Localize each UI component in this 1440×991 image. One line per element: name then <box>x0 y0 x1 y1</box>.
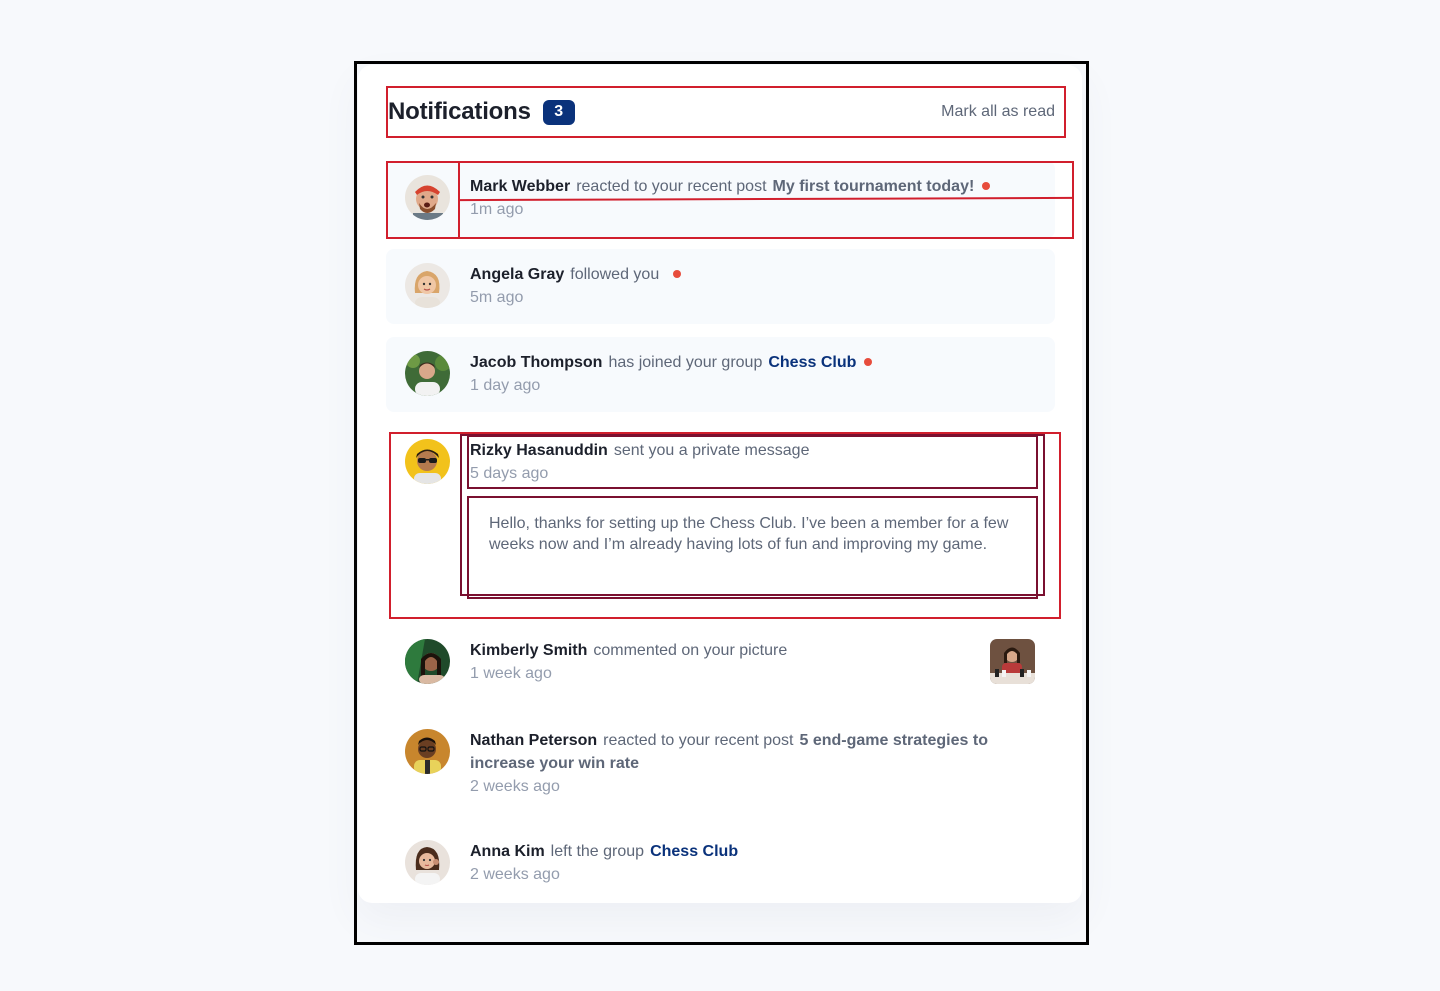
notification-time: 5m ago <box>470 289 524 306</box>
avatar-kimberly-smith[interactable] <box>405 639 450 684</box>
notification-time: 2 weeks ago <box>470 778 560 795</box>
user-name[interactable]: Kimberly Smith <box>470 642 587 659</box>
notification-action: reacted to your recent post <box>603 732 794 749</box>
notification-item[interactable]: Jacob Thompson has joined your group Chess… <box>386 337 1055 412</box>
avatar-rizky-hasanuddin[interactable] <box>405 439 450 484</box>
notification-item[interactable]: Kimberly Smith commented on your picture … <box>386 625 1055 700</box>
notification-text: Rizky Hasanuddin sent you a private messa… <box>470 439 1035 462</box>
notification-time: 1 day ago <box>470 377 541 394</box>
unread-dot-icon <box>673 270 682 278</box>
notification-action: left the group <box>550 843 645 860</box>
notification-item[interactable]: Angela Gray followed you 5m ago <box>386 249 1055 324</box>
avatar-jacob-thompson[interactable] <box>405 351 450 396</box>
notification-time: 1m ago <box>470 201 524 218</box>
avatar-angela-gray[interactable] <box>405 263 450 308</box>
mark-all-as-read-button[interactable]: Mark all as read <box>941 103 1055 121</box>
notification-action: reacted to your recent post <box>576 178 767 195</box>
user-name[interactable]: Jacob Thompson <box>470 354 602 371</box>
notification-item[interactable]: Mark Webber reacted to your recent post My… <box>386 161 1055 238</box>
notification-text: Jacob Thompson has joined your group Chess… <box>470 351 1035 374</box>
page-title: Notifications <box>388 98 531 125</box>
notifications-header: Notifications 3 Mark all as read <box>388 90 1055 134</box>
avatar-anna-kim[interactable] <box>405 840 450 885</box>
notification-action: has joined your group <box>608 354 763 371</box>
notification-item[interactable]: Anna Kim left the group Chess Club 2 weeks… <box>386 826 1055 901</box>
user-name[interactable]: Anna Kim <box>470 843 545 860</box>
user-name[interactable]: Angela Gray <box>470 266 564 283</box>
group-link[interactable]: Chess Club <box>768 354 856 371</box>
chess-picture-thumbnail[interactable] <box>990 639 1035 684</box>
notification-action: followed you <box>570 266 660 283</box>
notification-text: Angela Gray followed you <box>470 263 1035 286</box>
unread-dot-icon <box>864 358 873 366</box>
title-group: Notifications 3 <box>388 98 575 126</box>
avatar-nathan-peterson[interactable] <box>405 729 450 774</box>
notification-time: 5 days ago <box>470 465 549 482</box>
unread-count-badge: 3 <box>542 99 575 125</box>
user-name[interactable]: Nathan Peterson <box>470 732 597 749</box>
notification-text: Mark Webber reacted to your recent post My… <box>470 175 1035 198</box>
avatar-mark-webber[interactable] <box>405 175 450 220</box>
notification-action: sent you a private message <box>613 442 810 459</box>
notification-action: commented on your picture <box>593 642 788 659</box>
notification-time: 1 week ago <box>470 665 552 682</box>
notification-text: Anna Kim left the group Chess Club <box>470 840 1035 863</box>
notification-text: Kimberly Smith commented on your picture <box>470 639 1035 662</box>
notification-text: Nathan Peterson reacted to your recent po… <box>470 729 1035 775</box>
user-name[interactable]: Rizky Hasanuddin <box>470 442 608 459</box>
user-name[interactable]: Mark Webber <box>470 178 570 195</box>
group-link[interactable]: Chess Club <box>650 843 738 860</box>
private-message-preview[interactable]: Hello, thanks for setting up the Chess C… <box>469 499 1035 593</box>
post-link[interactable]: My first tournament today! <box>773 178 975 195</box>
unread-dot-icon <box>982 182 991 190</box>
notification-item[interactable]: Nathan Peterson reacted to your recent po… <box>386 715 1055 810</box>
notification-time: 2 weeks ago <box>470 866 560 883</box>
